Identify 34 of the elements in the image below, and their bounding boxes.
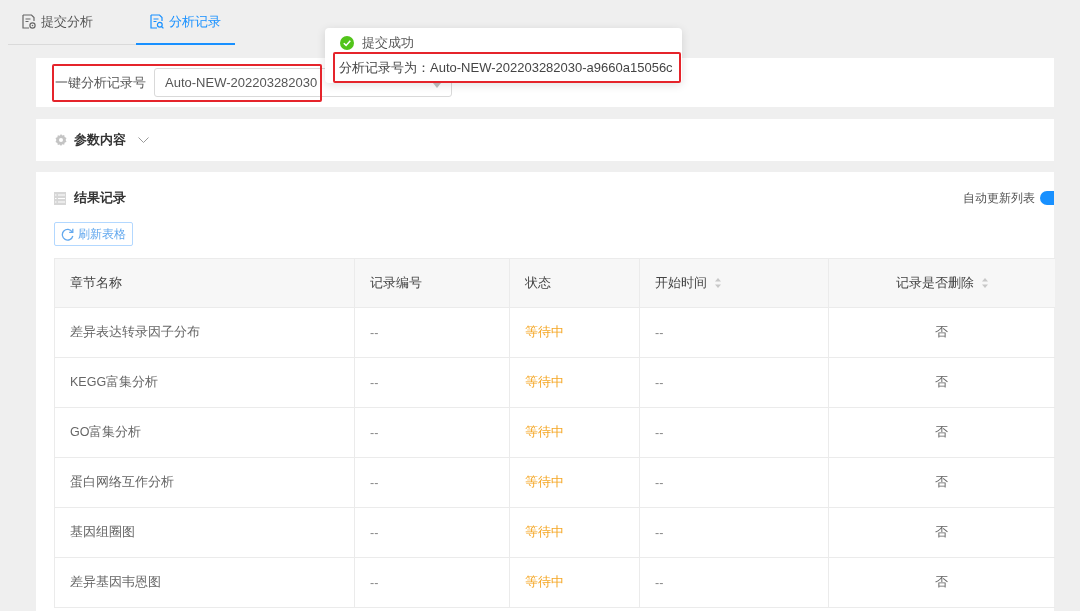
column-header: 状态	[525, 274, 551, 292]
status-text: 等待中	[509, 307, 640, 358]
status-text: 等待中	[509, 457, 640, 508]
section-title: 参数内容	[74, 131, 126, 149]
column-header: 章节名称	[70, 274, 122, 292]
status-text: 等待中	[509, 407, 640, 458]
table-cell: --	[354, 557, 510, 608]
table-cell: --	[639, 407, 829, 458]
toast-title: 提交成功	[362, 35, 414, 50]
table-cell: KEGG富集分析	[54, 357, 355, 408]
column-header: 开始时间	[655, 274, 707, 292]
table-cell: --	[639, 507, 829, 558]
table-cell: --	[354, 507, 510, 558]
table-cell: --	[354, 407, 510, 458]
status-text: 等待中	[509, 357, 640, 408]
status-text: 等待中	[509, 557, 640, 608]
table-cell: --	[639, 357, 829, 408]
table-cell: 差异表达转录因子分布	[54, 307, 355, 358]
column-header: 记录是否删除	[895, 274, 974, 292]
table-cell: 蛋白网络互作分析	[54, 457, 355, 508]
section-title: 结果记录	[74, 189, 126, 207]
table-cell: --	[354, 457, 510, 508]
table-cell: 差异基因韦恩图	[54, 557, 355, 608]
table-cell: --	[639, 557, 829, 608]
toggle-label: 自动更新列表	[963, 190, 1035, 206]
table-cell: --	[639, 457, 829, 508]
status-text: 等待中	[509, 507, 640, 558]
table-cell: GO富集分析	[54, 407, 355, 458]
table-cell: 基因组圈图	[54, 507, 355, 558]
table-cell: --	[354, 307, 510, 358]
column-header: 记录编号	[370, 274, 422, 292]
field-label: 一键分析记录号	[55, 73, 146, 92]
table-cell: --	[354, 357, 510, 408]
table-cell: --	[639, 307, 829, 358]
